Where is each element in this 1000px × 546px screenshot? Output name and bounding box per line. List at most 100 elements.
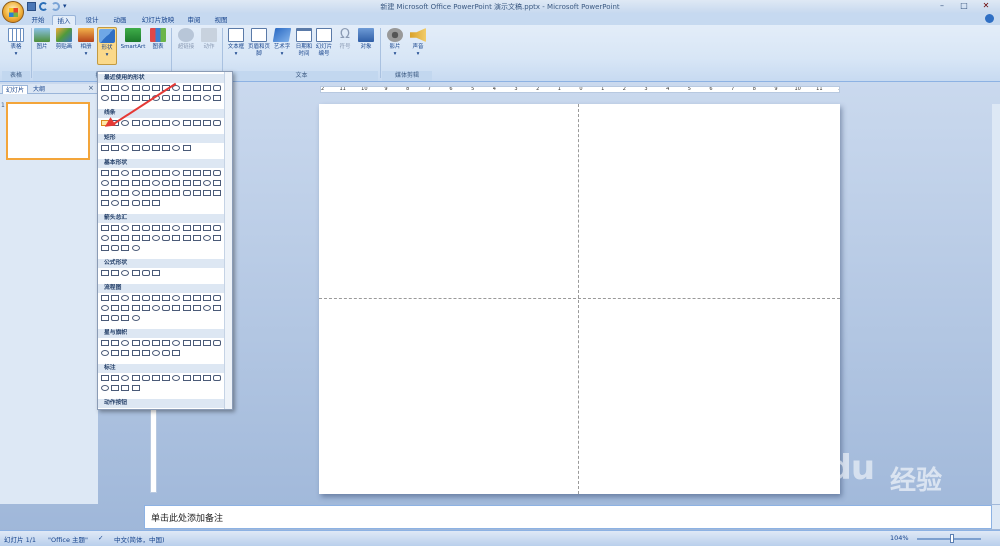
shape-option[interactable]	[101, 190, 109, 196]
shape-option[interactable]	[131, 350, 140, 356]
shape-option[interactable]	[101, 375, 109, 381]
tab-review[interactable]: 审阅	[184, 15, 204, 25]
shape-option[interactable]	[152, 145, 160, 151]
symbol-button[interactable]: Ω 符号	[336, 27, 354, 65]
shape-option[interactable]	[152, 170, 160, 176]
shape-option[interactable]	[203, 85, 211, 91]
shape-option[interactable]	[213, 340, 222, 346]
shape-option[interactable]	[141, 120, 150, 126]
shape-option[interactable]	[101, 180, 109, 186]
shape-option[interactable]	[141, 340, 150, 346]
shape-option[interactable]	[192, 235, 201, 241]
shape-option[interactable]	[101, 350, 109, 356]
shape-option[interactable]	[172, 295, 181, 301]
shape-option[interactable]	[172, 350, 181, 356]
shape-option[interactable]	[121, 120, 130, 126]
shape-option[interactable]	[203, 95, 211, 101]
spellcheck-icon[interactable]: ✓	[98, 534, 103, 542]
tab-design[interactable]: 设计	[82, 15, 102, 25]
slide-number-button[interactable]: 幻灯片编号	[315, 27, 333, 65]
shape-option[interactable]	[152, 270, 160, 276]
notes-scrollbar[interactable]	[992, 505, 1000, 529]
shape-option[interactable]	[101, 170, 109, 176]
shape-option[interactable]	[121, 315, 130, 321]
shape-option[interactable]	[213, 305, 222, 311]
shape-option[interactable]	[172, 340, 181, 346]
shape-option[interactable]	[111, 245, 120, 251]
shape-option[interactable]	[121, 295, 130, 301]
shape-option[interactable]	[203, 190, 211, 196]
shape-option[interactable]	[131, 295, 140, 301]
shape-option[interactable]	[121, 375, 130, 381]
shape-option[interactable]	[182, 190, 191, 196]
shape-option[interactable]	[141, 375, 150, 381]
close-pane-icon[interactable]: ×	[88, 84, 94, 92]
tab-outline[interactable]: 大纲	[30, 85, 48, 94]
shape-option[interactable]	[162, 235, 171, 241]
shape-option[interactable]	[121, 385, 130, 391]
shape-option[interactable]	[131, 190, 140, 196]
shape-option[interactable]	[111, 200, 120, 206]
shape-option[interactable]	[131, 180, 140, 186]
shape-option[interactable]	[192, 340, 201, 346]
shape-option[interactable]	[101, 340, 109, 346]
shape-option[interactable]	[111, 235, 120, 241]
shape-option[interactable]	[111, 190, 120, 196]
shape-option[interactable]	[101, 315, 109, 321]
slide-thumbnail[interactable]	[6, 102, 90, 160]
shape-option[interactable]	[182, 375, 191, 381]
shape-option[interactable]	[101, 295, 109, 301]
shape-option[interactable]	[131, 340, 140, 346]
shape-option[interactable]	[101, 200, 109, 206]
shape-option[interactable]	[203, 235, 211, 241]
shape-option[interactable]	[121, 200, 130, 206]
textbox-button[interactable]: 文本框 ▾	[225, 27, 247, 65]
shape-option[interactable]	[111, 340, 120, 346]
shape-option[interactable]	[121, 145, 130, 151]
shape-option[interactable]	[203, 340, 211, 346]
shape-option[interactable]	[111, 225, 120, 231]
shape-option[interactable]	[141, 270, 150, 276]
shape-option[interactable]	[121, 350, 130, 356]
shape-option[interactable]	[203, 120, 211, 126]
shape-option[interactable]	[213, 190, 222, 196]
shape-option[interactable]	[131, 375, 140, 381]
shape-option[interactable]	[172, 375, 181, 381]
shape-option[interactable]	[111, 270, 120, 276]
close-button[interactable]: ✕	[976, 1, 996, 11]
movie-button[interactable]: 影片 ▾	[384, 27, 406, 65]
shape-option[interactable]	[111, 85, 120, 91]
shape-option[interactable]	[192, 225, 201, 231]
shape-option[interactable]	[111, 170, 120, 176]
shape-option[interactable]	[152, 120, 160, 126]
horizontal-ruler[interactable]: 1211109876543210123456789101112	[320, 86, 840, 93]
shape-option[interactable]	[172, 170, 181, 176]
shape-option[interactable]	[152, 85, 160, 91]
shape-option[interactable]	[172, 190, 181, 196]
shape-option[interactable]	[121, 235, 130, 241]
shape-option[interactable]	[121, 190, 130, 196]
shape-option[interactable]	[121, 305, 130, 311]
shape-option[interactable]	[172, 305, 181, 311]
shape-option[interactable]	[111, 350, 120, 356]
shape-option[interactable]	[162, 350, 171, 356]
shape-option[interactable]	[182, 225, 191, 231]
shape-option[interactable]	[213, 295, 222, 301]
shape-option[interactable]	[152, 340, 160, 346]
shape-option[interactable]	[101, 305, 109, 311]
shape-option[interactable]	[182, 85, 191, 91]
tab-view[interactable]: 视图	[210, 15, 232, 25]
table-button[interactable]: 表格 ▾	[4, 27, 28, 65]
shape-option[interactable]	[131, 225, 140, 231]
shape-option[interactable]	[152, 190, 160, 196]
shape-option[interactable]	[121, 170, 130, 176]
shape-option[interactable]	[141, 225, 150, 231]
shape-option[interactable]	[131, 145, 140, 151]
vertical-guide[interactable]	[578, 104, 579, 494]
shape-option[interactable]	[101, 245, 109, 251]
shape-option[interactable]	[141, 170, 150, 176]
shape-option[interactable]	[101, 145, 109, 151]
shape-option[interactable]	[182, 340, 191, 346]
shape-option[interactable]	[172, 225, 181, 231]
shape-option[interactable]	[162, 180, 171, 186]
